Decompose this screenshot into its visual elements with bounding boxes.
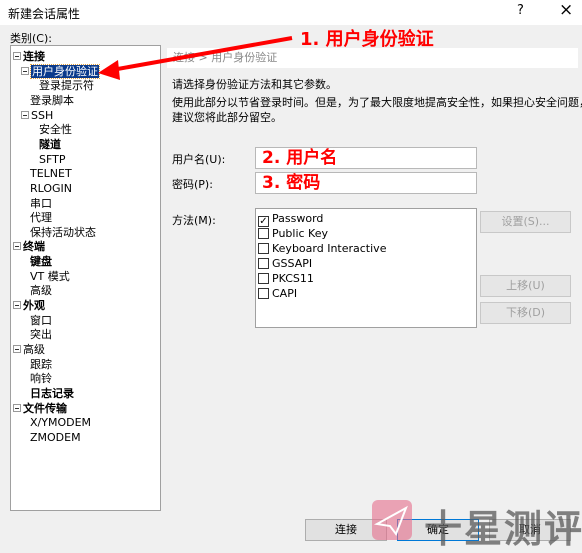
annotation-label: 1. 用户身份验证 [300, 29, 434, 50]
watermark-logo-icon [372, 500, 412, 540]
watermark-text: 十星测评 [424, 507, 582, 551]
annotation-arrow-icon [98, 36, 293, 80]
